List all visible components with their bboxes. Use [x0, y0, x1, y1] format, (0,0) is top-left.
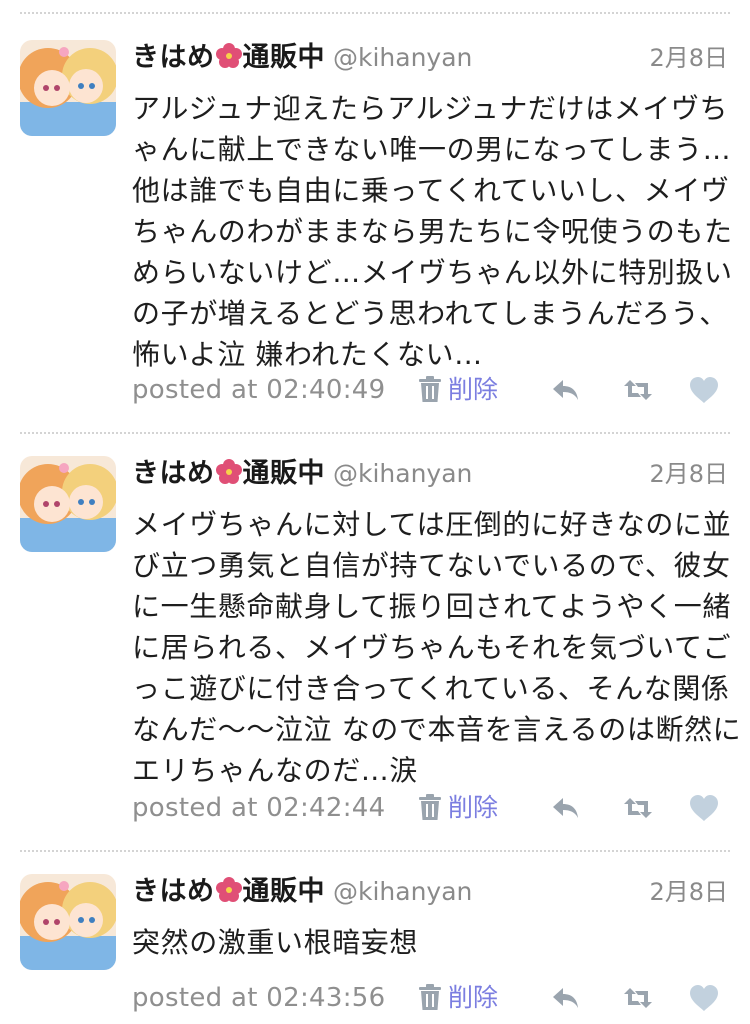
hibiscus-icon	[215, 459, 242, 484]
user-name-prefix: きはめ	[132, 458, 215, 489]
user-name-suffix: 通販中	[242, 876, 325, 907]
heart-icon	[690, 985, 718, 1011]
avatar[interactable]	[20, 456, 116, 552]
divider	[20, 432, 730, 434]
retweet-button[interactable]	[622, 982, 654, 1014]
trash-icon	[419, 794, 441, 820]
posted-time: posted at 02:42:44	[132, 793, 386, 823]
heart-icon	[690, 377, 718, 403]
tweet-actions: posted at 02:40:49 削除	[132, 370, 728, 410]
avatar[interactable]	[20, 40, 116, 136]
retweet-icon	[624, 988, 652, 1008]
timeline: きはめ 通販中 @kihanyan 2月8日 アルジュナ迎えたらアルジュナだけはメイ…	[0, 0, 750, 1024]
reply-button[interactable]	[550, 982, 582, 1014]
favorite-button[interactable]	[688, 374, 720, 406]
reply-icon	[553, 988, 578, 1008]
avatar-image	[20, 40, 116, 136]
reply-icon	[553, 380, 578, 400]
posted-time: posted at 02:40:49	[132, 375, 386, 405]
tweet-date[interactable]: 2月8日	[649, 38, 728, 78]
divider	[20, 12, 730, 14]
user-name-prefix: きはめ	[132, 42, 215, 73]
tweet-header: きはめ 通販中 @kihanyan 2月8日	[132, 38, 728, 78]
retweet-icon	[624, 380, 652, 400]
delete-button[interactable]: 削除	[418, 978, 498, 1018]
user-name-suffix: 通販中	[242, 458, 325, 489]
reply-icon	[553, 798, 578, 818]
tweet-actions: posted at 02:42:44 削除	[132, 788, 728, 828]
retweet-button[interactable]	[622, 792, 654, 824]
divider	[20, 850, 730, 852]
tweet-header: きはめ 通販中 @kihanyan 2月8日	[132, 454, 728, 494]
tweet-header: きはめ 通販中 @kihanyan 2月8日	[132, 872, 728, 912]
tweet-text: メイヴちゃんに対しては圧倒的に好きなのに並び立つ勇気と自信が持てないでいるので、…	[132, 508, 742, 787]
tweet-text: 突然の激重い根暗妄想	[132, 926, 419, 959]
user-name[interactable]: きはめ 通販中	[132, 42, 325, 73]
delete-label: 削除	[448, 983, 499, 1012]
tweet-actions: posted at 02:43:56 削除	[132, 978, 728, 1018]
user-name[interactable]: きはめ 通販中	[132, 876, 325, 907]
avatar[interactable]	[20, 874, 116, 970]
favorite-button[interactable]	[688, 982, 720, 1014]
tweet-date[interactable]: 2月8日	[649, 454, 728, 494]
tweet-date[interactable]: 2月8日	[649, 872, 728, 912]
user-name-suffix: 通販中	[242, 42, 325, 73]
delete-button[interactable]: 削除	[418, 370, 498, 410]
avatar-image	[20, 874, 116, 970]
favorite-button[interactable]	[688, 792, 720, 824]
trash-icon	[419, 984, 441, 1010]
heart-icon	[690, 795, 718, 821]
reply-button[interactable]	[550, 374, 582, 406]
retweet-icon	[624, 798, 652, 818]
user-name-prefix: きはめ	[132, 876, 215, 907]
avatar-image	[20, 456, 116, 552]
posted-time: posted at 02:43:56	[132, 983, 386, 1013]
user-name[interactable]: きはめ 通販中	[132, 458, 325, 489]
user-handle[interactable]: @kihanyan	[333, 459, 472, 488]
tweet-text: アルジュナ迎えたらアルジュナだけはメイヴちゃんに献上できない唯一の男になってしま…	[132, 92, 733, 371]
retweet-button[interactable]	[622, 374, 654, 406]
reply-button[interactable]	[550, 792, 582, 824]
delete-label: 削除	[448, 375, 499, 404]
hibiscus-icon	[215, 43, 242, 68]
delete-button[interactable]: 削除	[418, 788, 498, 828]
hibiscus-icon	[215, 877, 242, 902]
user-handle[interactable]: @kihanyan	[333, 43, 472, 72]
delete-label: 削除	[448, 793, 499, 822]
user-handle[interactable]: @kihanyan	[333, 877, 472, 906]
trash-icon	[419, 376, 441, 402]
